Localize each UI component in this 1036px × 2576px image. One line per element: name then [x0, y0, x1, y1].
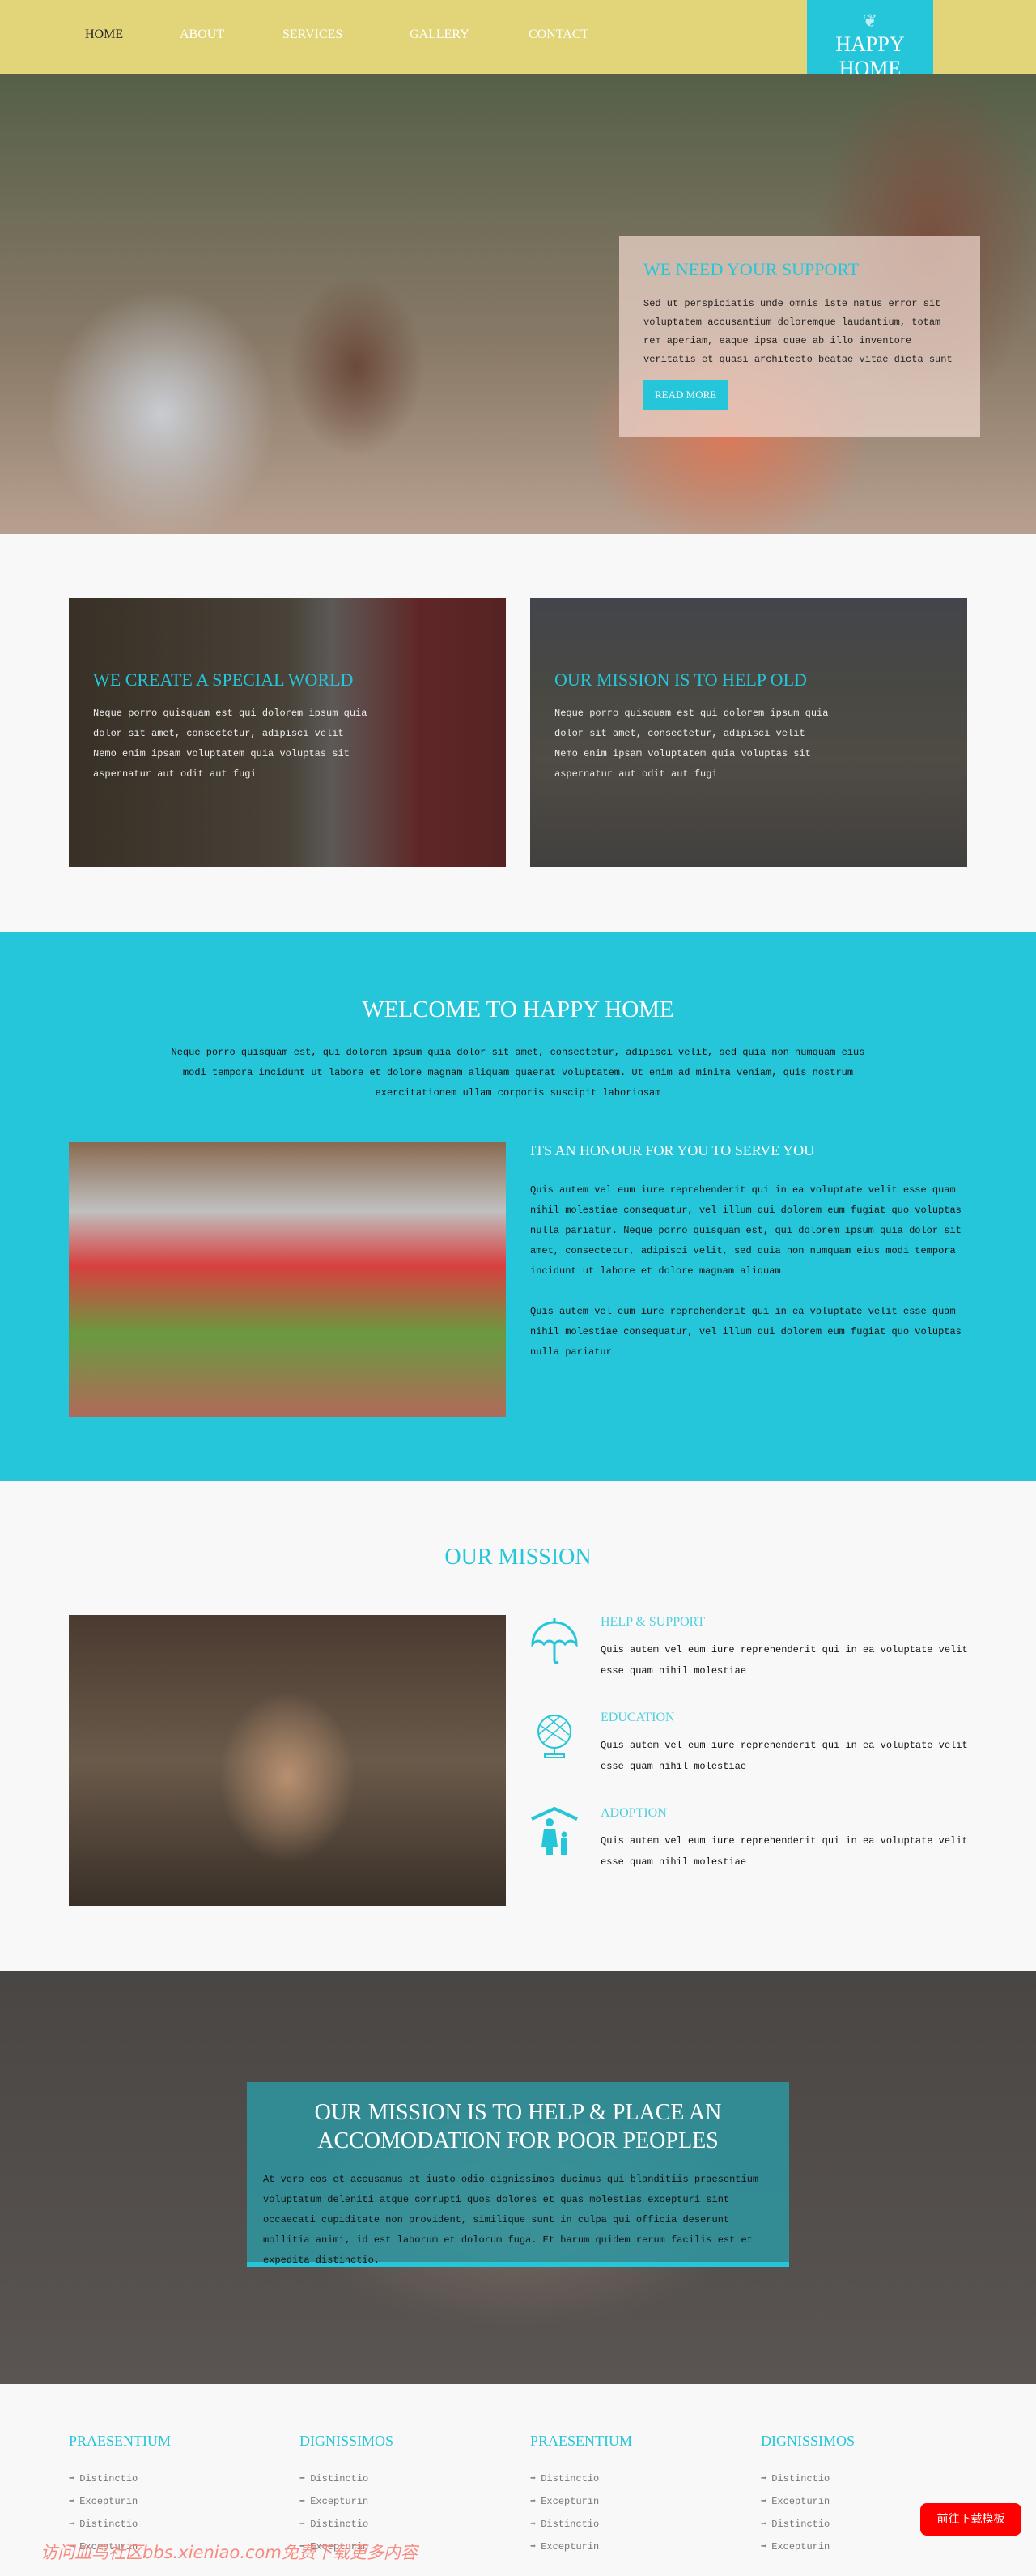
mission-image	[69, 1615, 506, 1906]
mission-item-text: Quis autem vel eum iure reprehenderit qu…	[601, 1835, 968, 1868]
footer-column: DIGNISSIMOS ➡ Distinctio ➡ Excepturin ➡ Disti…	[761, 2433, 971, 2563]
footer-link-label: Excepturin	[541, 2541, 600, 2553]
umbrella-icon	[531, 1618, 578, 1664]
support-title: WE NEED YOUR SUPPORT	[643, 259, 860, 279]
welcome-intro: Neque porro quisquam est, qui dolorem ip…	[171, 1047, 865, 1099]
welcome-paragraph: Quis autem vel eum iure reprehenderit qu…	[530, 1306, 962, 1358]
arrow-icon: ➡	[299, 2519, 306, 2530]
arrow-icon: ➡	[761, 2496, 767, 2507]
mission-item: HELP & SUPPORT Quis autem vel eum iure r…	[530, 1615, 983, 1696]
footer-link[interactable]: ➡ Excepturin	[69, 2495, 279, 2518]
logo-line1: HAPPY	[835, 32, 905, 56]
welcome-paragraph: Quis autem vel eum iure reprehenderit qu…	[530, 1184, 962, 1277]
nav-home[interactable]: HOME	[85, 28, 123, 42]
footer-link[interactable]: ➡ Distinctio	[761, 2472, 971, 2495]
footer-link[interactable]: ➡ Distinctio	[299, 2472, 510, 2495]
mission-item-title: ADOPTION	[601, 1806, 667, 1820]
mission-item-title: EDUCATION	[601, 1711, 675, 1724]
nav-gallery[interactable]: GALLERY	[410, 28, 469, 42]
footer-link[interactable]: ➡ Excepturin	[299, 2495, 510, 2518]
footer-link-label: Distinctio	[541, 2519, 600, 2530]
banner-box: OUR MISSION IS TO HELP & PLACE AN ACCOMO…	[247, 2082, 789, 2267]
card-title: OUR MISSION IS TO HELP OLD	[554, 670, 807, 690]
nav-services[interactable]: SERVICES	[282, 28, 342, 42]
mission-item: ADOPTION Quis autem vel eum iure reprehe…	[530, 1806, 983, 1887]
mission-item: EDUCATION Quis autem vel eum iure repreh…	[530, 1711, 983, 1792]
arrow-icon: ➡	[530, 2541, 537, 2553]
banner-title: OUR MISSION IS TO HELP & PLACE AN ACCOMO…	[314, 2100, 722, 2153]
card-text: Neque porro quisquam est qui dolorem ips…	[93, 708, 367, 780]
nav-about[interactable]: ABOUT	[180, 28, 224, 42]
arrow-icon: ➡	[299, 2496, 306, 2507]
family-house-icon	[531, 1806, 578, 1855]
card-title: WE CREATE A SPECIAL WORLD	[93, 670, 354, 690]
footer-link-label: Excepturin	[771, 2496, 830, 2507]
footer-link[interactable]: ➡ Excepturin	[530, 2495, 741, 2518]
nav-contact[interactable]: CONTACT	[529, 28, 588, 42]
read-more-button[interactable]: READ MORE	[643, 380, 728, 410]
support-text: Sed ut perspiciatis unde omnis iste natu…	[643, 298, 953, 365]
footer-link[interactable]: ➡ Excepturin	[530, 2540, 741, 2563]
footer-link-label: Distinctio	[79, 2473, 138, 2485]
footer-link-label: Distinctio	[310, 2519, 369, 2530]
watermark-text: 访问血鸟社区bbs.xieniao.com免费下载更多内容	[40, 2543, 418, 2562]
arrow-icon: ➡	[761, 2541, 767, 2553]
footer-link-label: Distinctio	[310, 2473, 369, 2485]
feature-card[interactable]: OUR MISSION IS TO HELP OLD Neque porro q…	[530, 598, 967, 867]
support-box: WE NEED YOUR SUPPORT Sed ut perspiciatis…	[619, 236, 980, 437]
footer-link-label: Excepturin	[541, 2496, 600, 2507]
globe-icon	[537, 1715, 571, 1758]
footer-link[interactable]: ➡ Distinctio	[69, 2518, 279, 2540]
footer-link-label: Distinctio	[771, 2519, 830, 2530]
banner-text: At vero eos et accusamus et iusto odio d…	[263, 2174, 759, 2266]
footer-link-label: Distinctio	[541, 2473, 600, 2485]
arrow-icon: ➡	[69, 2496, 75, 2507]
footer-link[interactable]: ➡ Distinctio	[530, 2518, 741, 2540]
footer-column-title: DIGNISSIMOS	[761, 2433, 856, 2449]
footer-column-title: PRAESENTIUM	[530, 2433, 633, 2449]
footer-link-label: Distinctio	[771, 2473, 830, 2485]
welcome-title: WELCOME TO HAPPY HOME	[362, 997, 674, 1022]
arrow-icon: ➡	[530, 2496, 537, 2507]
arrow-icon: ➡	[761, 2473, 767, 2485]
footer-link-label: Excepturin	[310, 2496, 369, 2507]
card-text: Neque porro quisquam est qui dolorem ips…	[554, 708, 829, 780]
welcome-subtitle: ITS AN HONOUR FOR YOU TO SERVE YOU	[530, 1142, 815, 1158]
welcome-image	[69, 1142, 506, 1417]
mission-item-title: HELP & SUPPORT	[601, 1615, 706, 1629]
arrow-icon: ➡	[69, 2519, 75, 2530]
footer-column: PRAESENTIUM ➡ Distinctio ➡ Excepturin ➡ Disti…	[530, 2433, 741, 2563]
ornament-icon: ❦	[862, 11, 878, 31]
arrow-icon: ➡	[299, 2473, 306, 2485]
footer-link[interactable]: ➡ Distinctio	[299, 2518, 510, 2540]
footer-link[interactable]: ➡ Distinctio	[69, 2472, 279, 2495]
arrow-icon: ➡	[530, 2519, 537, 2530]
footer-link[interactable]: ➡ Excepturin	[761, 2540, 971, 2563]
footer-column-title: DIGNISSIMOS	[299, 2433, 394, 2449]
feature-card[interactable]: WE CREATE A SPECIAL WORLD Neque porro qu…	[69, 598, 506, 867]
footer-link-label: Excepturin	[79, 2496, 138, 2507]
footer-link-label: Distinctio	[79, 2519, 138, 2530]
footer-link[interactable]: ➡ Distinctio	[530, 2472, 741, 2495]
mission-title: OUR MISSION	[444, 1545, 592, 1570]
arrow-icon: ➡	[69, 2473, 75, 2485]
welcome-text: ITS AN HONOUR FOR YOU TO SERVE YOU Quis …	[530, 1142, 967, 1383]
download-template-button[interactable]: 前往下载模板	[920, 2503, 1021, 2536]
mission-item-text: Quis autem vel eum iure reprehenderit qu…	[601, 1644, 968, 1677]
arrow-icon: ➡	[761, 2519, 767, 2530]
footer-column-title: PRAESENTIUM	[69, 2433, 172, 2449]
footer-link-label: Excepturin	[771, 2541, 830, 2553]
arrow-icon: ➡	[530, 2473, 537, 2485]
mission-item-text: Quis autem vel eum iure reprehenderit qu…	[601, 1740, 968, 1772]
